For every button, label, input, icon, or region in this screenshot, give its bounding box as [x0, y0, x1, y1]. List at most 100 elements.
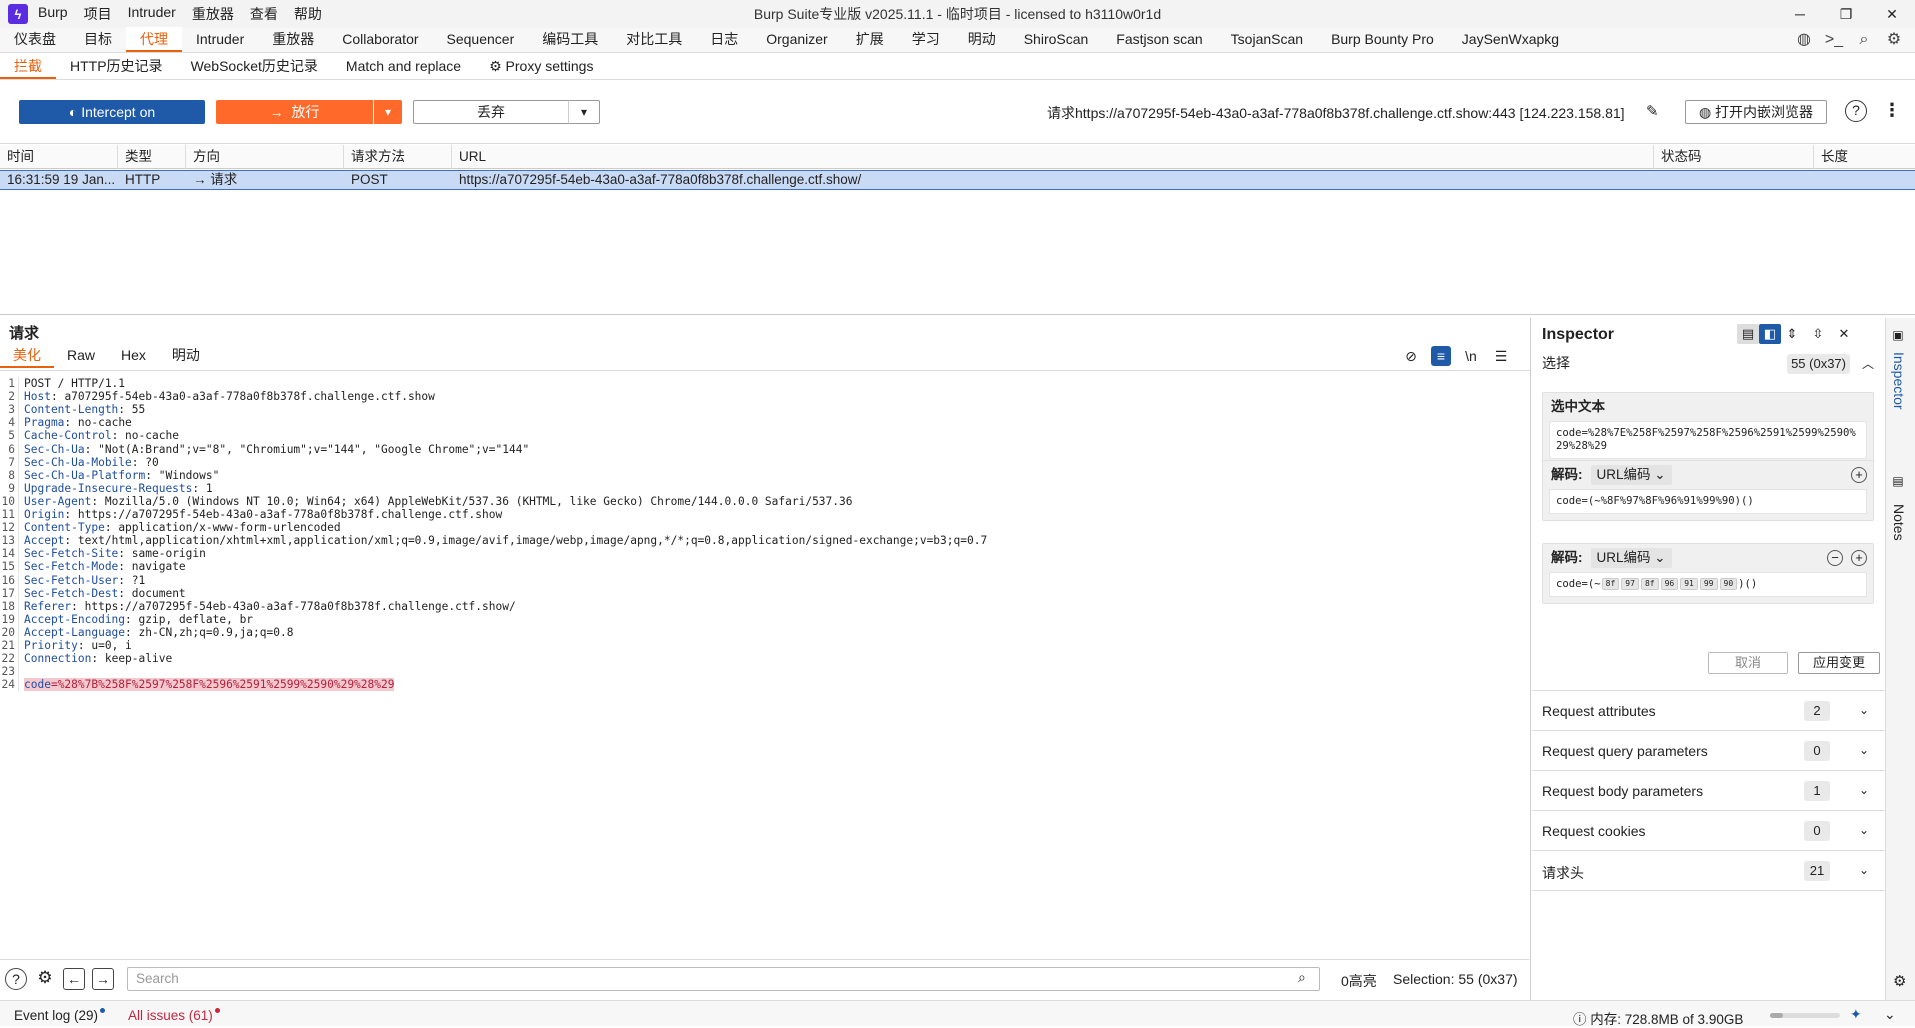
selection-section-header[interactable]: 选择 55 (0x37) ︿ [1542, 348, 1874, 378]
apply-changes-button[interactable]: 应用变更 [1798, 652, 1880, 674]
main-tab[interactable]: Collaborator [328, 27, 432, 52]
eye-off-icon[interactable]: ⊘ [1396, 346, 1426, 366]
newline-icon[interactable]: \n [1456, 346, 1486, 366]
add-decode-icon[interactable]: + [1851, 467, 1867, 483]
drop-dropdown-button[interactable]: ▾ [568, 100, 600, 124]
arrow-right-icon[interactable]: → [92, 968, 114, 990]
main-tab[interactable]: Organizer [752, 27, 841, 52]
title-bar: ϟ Burp 项目 Intruder 重放器 查看 帮助 Burp Suite专业版 v2… [0, 0, 1915, 28]
main-tab[interactable]: 重放器 [258, 27, 328, 52]
main-tab[interactable]: Sequencer [433, 27, 529, 52]
main-tab[interactable]: 学习 [898, 27, 954, 52]
layout-list-icon[interactable]: ▤ [1737, 324, 1759, 344]
inspector-section[interactable]: Request body parameters 1 ⌄ [1532, 770, 1885, 810]
intercept-toggle-button[interactable]: ◐ Intercept on [19, 100, 205, 124]
tab-match-replace[interactable]: Match and replace [332, 53, 475, 79]
decoded-text-2[interactable]: code=(~ 8f 97 8f 96 91 99 90)() [1549, 572, 1867, 597]
column-header-direction[interactable]: 方向 [186, 145, 344, 169]
chevron-down-icon[interactable]: ⌄ [1884, 1006, 1896, 1023]
main-tab[interactable]: Fastjson scan [1102, 27, 1216, 52]
menu-item[interactable]: 查看 [250, 4, 278, 24]
main-tab[interactable]: 明动 [954, 27, 1010, 52]
selected-text-value[interactable]: code=%28%7E%258F%2597%258F%2596%2591%259… [1549, 421, 1867, 459]
main-tab[interactable]: Intruder [182, 27, 258, 52]
add-decode-icon[interactable]: + [1851, 550, 1867, 566]
search-icon[interactable]: ⌕ [1298, 969, 1306, 986]
help-icon[interactable]: ? [5, 968, 27, 990]
drop-button[interactable]: 丢弃 [413, 100, 569, 124]
search-input[interactable]: Search [127, 967, 1320, 991]
search-icon[interactable]: ⌕ [1849, 30, 1879, 50]
column-header-type[interactable]: 类型 [118, 145, 186, 169]
main-tab[interactable]: Burp Bounty Pro [1317, 27, 1448, 52]
sparkle-icon[interactable]: ✦ [1850, 1006, 1862, 1023]
forward-dropdown-button[interactable]: ▾ [374, 100, 402, 124]
gear-icon[interactable]: ⚙ [1893, 972, 1906, 990]
tab-proxy-settings[interactable]: ⚙ Proxy settings [475, 53, 607, 79]
main-tab[interactable]: 仪表盘 [0, 27, 70, 52]
column-header-length[interactable]: 长度 [1814, 145, 1915, 169]
menu-item[interactable]: Burp [38, 4, 68, 24]
column-header-status[interactable]: 状态码 [1654, 145, 1814, 169]
pencil-icon[interactable]: ✎ [1646, 102, 1659, 120]
arrow-left-icon[interactable]: ← [63, 968, 85, 990]
gear-icon[interactable]: ⚙ [1879, 30, 1909, 50]
remove-decode-icon[interactable]: − [1827, 550, 1843, 566]
column-header-url[interactable]: URL [452, 145, 1654, 169]
main-tab[interactable]: 代理 [126, 27, 182, 52]
request-body-selection[interactable]: code=%28%7B%258F%2597%258F%2596%2591%259… [24, 678, 395, 692]
tab-websocket-history[interactable]: WebSocket历史记录 [177, 53, 332, 79]
open-browser-button[interactable]: ◍ 打开内嵌浏览器 [1685, 100, 1827, 124]
menu-item[interactable]: 帮助 [294, 4, 322, 24]
issues-link[interactable]: All issues (61) [128, 1008, 220, 1023]
selection-info: Selection: 55 (0x37) [1393, 971, 1518, 987]
minimize-icon[interactable]: ─ [1777, 0, 1823, 28]
decode-type-select[interactable]: URL编码 ⌄ [1590, 548, 1672, 568]
main-tab[interactable]: 编码工具 [528, 27, 612, 52]
collapse-all-icon[interactable]: ⇳ [1807, 324, 1829, 344]
gear-icon[interactable]: ⚙ [34, 968, 56, 990]
tab-http-history[interactable]: HTTP历史记录 [56, 53, 177, 79]
tab-mingdong[interactable]: 明动 [159, 344, 213, 368]
main-tab[interactable]: 目标 [70, 27, 126, 52]
close-icon[interactable]: ✕ [1833, 324, 1855, 344]
layout-panel-icon[interactable]: ◧ [1759, 324, 1781, 344]
inspector-section[interactable]: Request cookies 0 ⌄ [1532, 810, 1885, 850]
menu-icon[interactable]: ☰ [1486, 346, 1516, 366]
more-options-icon[interactable]: ⋮ [1883, 100, 1901, 121]
rail-tab-inspector[interactable]: Inspector [1891, 352, 1907, 410]
help-icon[interactable]: ? [1845, 100, 1867, 122]
inspector-section[interactable]: Request query parameters 0 ⌄ [1532, 730, 1885, 770]
menu-item[interactable]: 项目 [84, 4, 112, 24]
inspector-section[interactable]: Request attributes 2 ⌄ [1532, 690, 1885, 730]
cancel-button[interactable]: 取消 [1708, 652, 1788, 674]
tab-hex[interactable]: Hex [108, 344, 159, 368]
forward-button[interactable]: → 放行 [216, 100, 373, 124]
expand-all-icon[interactable]: ⇕ [1781, 324, 1803, 344]
main-tab[interactable]: ShiroScan [1010, 27, 1103, 52]
tab-intercept[interactable]: 拦截 [0, 53, 56, 79]
menu-item[interactable]: 重放器 [192, 4, 234, 24]
rail-tab-notes[interactable]: Notes [1891, 504, 1907, 541]
main-tab[interactable]: TsojanScan [1217, 27, 1317, 52]
close-icon[interactable]: ✕ [1869, 0, 1915, 28]
main-tab[interactable]: 日志 [696, 27, 752, 52]
tab-raw[interactable]: Raw [54, 344, 108, 368]
main-tab[interactable]: 对比工具 [612, 27, 696, 52]
terminal-icon[interactable]: >_ [1819, 30, 1849, 50]
word-wrap-icon[interactable]: ≡ [1431, 346, 1451, 366]
decoded-text-1[interactable]: code=(~%8F%97%8F%96%91%99%90)() [1549, 489, 1867, 514]
tab-pretty[interactable]: 美化 [0, 344, 54, 368]
table-row[interactable]: 16:31:59 19 Jan... HTTP → 请求 POST https:… [0, 170, 1915, 190]
inspector-section[interactable]: 请求头 21 ⌄ [1532, 850, 1885, 890]
decode-type-select[interactable]: URL编码 ⌄ [1590, 465, 1672, 485]
event-log-link[interactable]: Event log (29) [14, 1008, 106, 1023]
column-header-method[interactable]: 请求方法 [344, 145, 452, 169]
globe-icon[interactable]: ◍ [1789, 30, 1819, 50]
request-editor[interactable]: 1 POST / HTTP/1.1 2 Host: a707295f-54eb-43a… [0, 370, 1530, 954]
main-tab[interactable]: 扩展 [842, 27, 898, 52]
main-tab[interactable]: JaySenWxapkg [1448, 27, 1573, 52]
menu-item[interactable]: Intruder [128, 4, 176, 24]
column-header-time[interactable]: 时间 [0, 145, 118, 169]
maximize-icon[interactable]: ❐ [1823, 0, 1869, 28]
